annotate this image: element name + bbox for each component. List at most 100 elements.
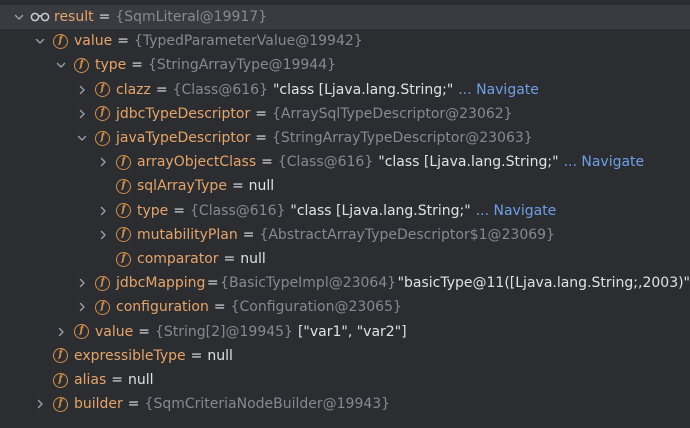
- field-icon: f: [116, 227, 131, 243]
- field-name: arrayObjectClass: [137, 154, 257, 171]
- field-name: alias: [74, 372, 107, 388]
- field-name: configuration: [116, 299, 209, 316]
- glasses-icon: [30, 11, 50, 23]
- field-icon: f: [95, 82, 110, 98]
- object-reference: {SqmCriteriaNodeBuilder@19943}: [144, 396, 391, 413]
- tree-row[interactable]: f expressibleType = null: [0, 344, 690, 368]
- chevron-right-icon[interactable]: [75, 276, 89, 290]
- object-reference: {Class@616}: [277, 154, 374, 171]
- chevron-right-icon[interactable]: [96, 155, 110, 169]
- field-value: null: [207, 347, 233, 364]
- equals-sign: =: [173, 202, 186, 219]
- tree-row[interactable]: f clazz = {Class@616} "class [Ljava.lang.Str…: [0, 78, 690, 102]
- equals-sign: =: [127, 396, 140, 413]
- tree-row[interactable]: f comparator = null: [0, 247, 690, 271]
- equals-sign: =: [261, 154, 273, 171]
- chevron-right-icon[interactable]: [75, 83, 89, 97]
- navigate-link[interactable]: ... Navigate: [476, 203, 557, 219]
- object-reference: {BasicTypeImpl@23064}: [220, 275, 397, 292]
- tree-row[interactable]: f jdbcTypeDescriptor = {ArraySqlTypeDescrip…: [0, 102, 690, 126]
- field-icon: f: [53, 348, 68, 364]
- debugger-variables-tree: result = {SqmLiteral@19917} f value = {TypedPa…: [0, 0, 690, 428]
- object-reference: {Class@616}: [190, 202, 286, 219]
- field-name: value: [95, 323, 134, 340]
- equals-sign: =: [98, 9, 111, 25]
- equals-sign: =: [231, 178, 244, 195]
- tree-row[interactable]: f value = {TypedParameterValue@19942}: [0, 29, 690, 53]
- chevron-right-icon[interactable]: [96, 204, 110, 218]
- chevron-down-icon[interactable]: [75, 131, 89, 145]
- field-icon: f: [74, 324, 89, 340]
- equals-sign: =: [255, 130, 267, 146]
- object-reference: {AbstractArrayTypeDescriptor$1@23069}: [259, 226, 555, 243]
- object-reference: {TypedParameterValue@19942}: [133, 33, 363, 50]
- field-name: mutabilityPlan: [137, 226, 238, 243]
- field-icon: f: [95, 106, 110, 122]
- field-name: builder: [74, 396, 123, 413]
- field-name: comparator: [137, 251, 219, 267]
- tree-row[interactable]: f type = {StringArrayType@19944}: [0, 53, 690, 77]
- chevron-right-icon[interactable]: [33, 397, 47, 411]
- field-icon: f: [116, 154, 131, 170]
- field-name: javaTypeDescriptor: [116, 130, 251, 146]
- equals-sign: =: [155, 81, 168, 98]
- field-value: "basicType@11([Ljava.lang.String;,2003)": [397, 275, 690, 292]
- chevron-down-icon[interactable]: [33, 34, 47, 48]
- object-reference: {SqmLiteral@19917}: [115, 9, 268, 25]
- field-name: value: [74, 33, 113, 50]
- equals-sign: =: [117, 33, 129, 50]
- tree-row[interactable]: f type = {Class@616} "class [Ljava.lang.Stri…: [0, 199, 690, 223]
- tree-row[interactable]: f value = {String[2]@19945} ["var1", "var2"]: [0, 320, 690, 344]
- chevron-down-icon[interactable]: [54, 58, 68, 72]
- tree-row[interactable]: f configuration = {Configuration@23065}: [0, 295, 690, 319]
- chevron-right-icon[interactable]: [75, 300, 89, 314]
- tree-row[interactable]: f sqlArrayType = null: [0, 174, 690, 198]
- field-name: jdbcTypeDescriptor: [116, 105, 251, 122]
- tree-row[interactable]: f arrayObjectClass = {Class@616} "class [Lja…: [0, 150, 690, 174]
- field-value: null: [127, 372, 154, 388]
- equals-sign: =: [131, 57, 144, 74]
- field-icon: f: [95, 275, 110, 291]
- field-icon: f: [53, 33, 68, 49]
- object-reference: {String[2]@19945}: [154, 323, 293, 340]
- field-icon: f: [53, 372, 68, 388]
- tree-row[interactable]: result = {SqmLiteral@19917}: [0, 5, 690, 29]
- tree-row[interactable]: f alias = null: [0, 368, 690, 392]
- equals-sign: =: [206, 275, 219, 292]
- chevron-right-icon[interactable]: [96, 228, 110, 242]
- field-value: "class [Ljava.lang.String;": [272, 81, 454, 98]
- tree-row[interactable]: f builder = {SqmCriteriaNodeBuilder@19943}: [0, 392, 690, 416]
- field-value: "class [Ljava.lang.String;": [290, 202, 471, 219]
- tree-row[interactable]: f mutabilityPlan = {AbstractArrayTypeDescri…: [0, 223, 690, 247]
- chevron-down-icon[interactable]: [12, 10, 26, 24]
- tree-row[interactable]: f javaTypeDescriptor = {StringArrayTypeDesc…: [0, 126, 690, 150]
- field-name: expressibleType: [74, 347, 186, 364]
- field-value: ["var1", "var2"]: [297, 323, 407, 340]
- chevron-right-icon[interactable]: [75, 107, 89, 121]
- equals-sign: =: [111, 372, 123, 388]
- field-icon: f: [53, 396, 68, 412]
- object-reference: {StringArrayType@19944}: [148, 57, 337, 74]
- navigate-link[interactable]: ... Navigate: [564, 154, 645, 170]
- field-value: "class [Ljava.lang.String;": [378, 154, 559, 171]
- object-reference: {ArraySqlTypeDescriptor@23062}: [271, 105, 513, 122]
- field-name: type: [95, 57, 127, 74]
- field-icon: f: [95, 299, 110, 315]
- equals-sign: =: [242, 226, 255, 243]
- equals-sign: =: [190, 347, 203, 364]
- equals-sign: =: [255, 105, 267, 122]
- chevron-right-icon[interactable]: [54, 325, 68, 339]
- navigate-link[interactable]: ... Navigate: [458, 82, 539, 98]
- field-value: null: [248, 178, 275, 195]
- field-name: sqlArrayType: [137, 178, 227, 195]
- equals-sign: =: [213, 299, 226, 316]
- field-name: result: [54, 9, 94, 25]
- equals-sign: =: [138, 323, 150, 340]
- object-reference: {Configuration@23065}: [230, 299, 402, 316]
- object-reference: {StringArrayTypeDescriptor@23063}: [271, 130, 533, 146]
- field-icon: f: [74, 57, 89, 73]
- object-reference: {Class@616}: [172, 81, 268, 98]
- tree-row[interactable]: f jdbcMapping = {BasicTypeImpl@23064} "basic…: [0, 271, 690, 295]
- field-icon: f: [95, 130, 110, 146]
- field-name: type: [137, 202, 169, 219]
